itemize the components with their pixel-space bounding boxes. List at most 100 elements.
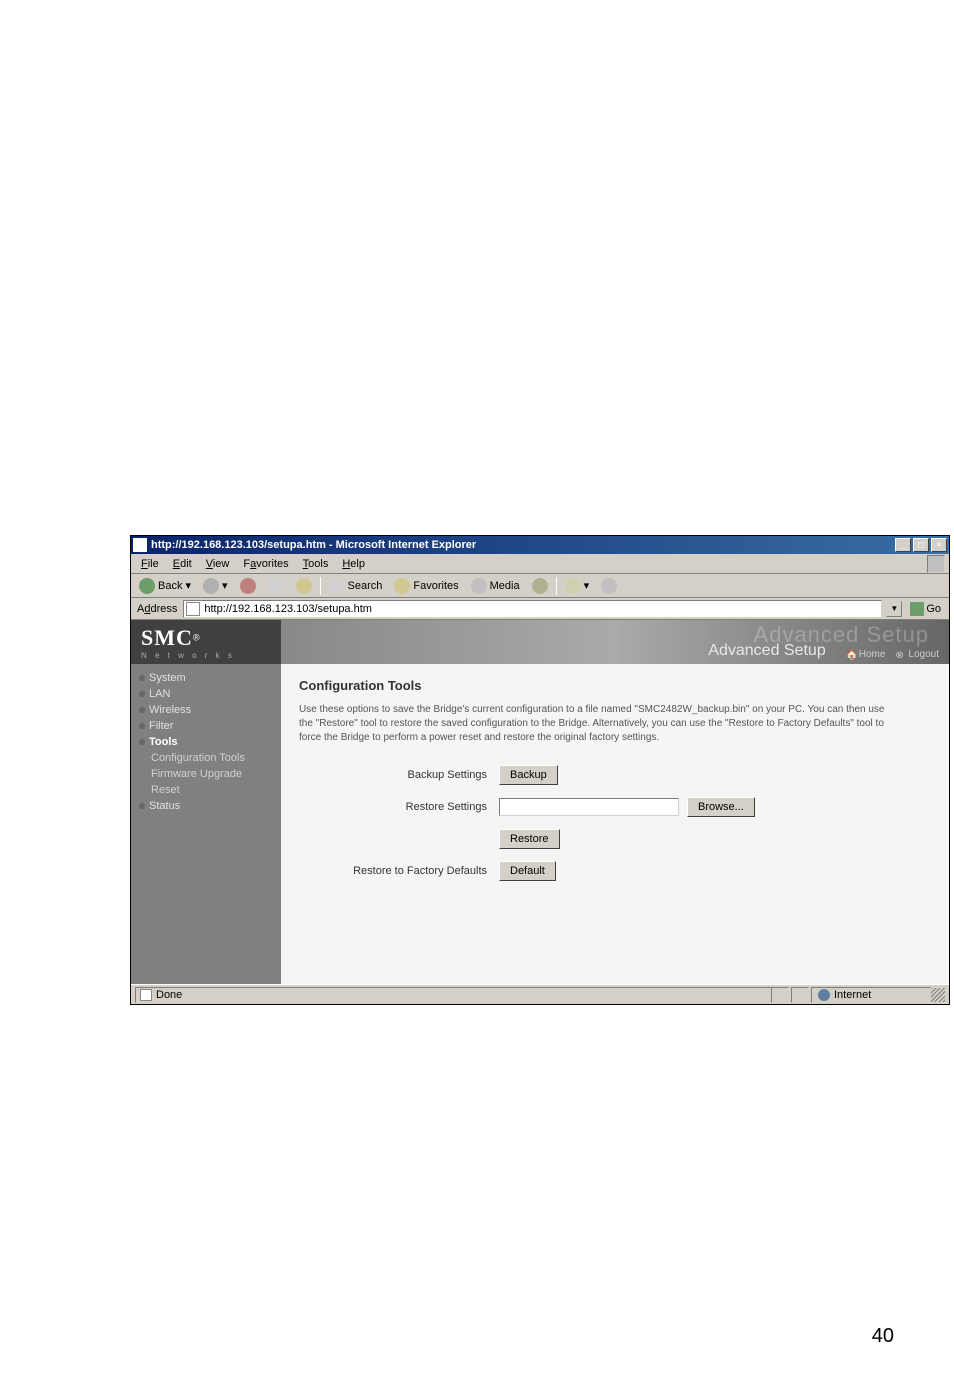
menu-edit[interactable]: Edit <box>167 556 198 572</box>
back-dropdown-icon[interactable]: ▾ <box>185 579 191 592</box>
content-heading: Configuration Tools <box>299 678 931 693</box>
sidebar-sub-config-tools[interactable]: Configuration Tools <box>131 750 281 766</box>
sidebar-item-lan[interactable]: LAN <box>131 686 281 702</box>
statusbar: Done Internet <box>131 984 949 1004</box>
toolbar-separator <box>320 577 321 595</box>
maximize-button[interactable]: □ <box>913 538 929 552</box>
status-text: Done <box>156 989 182 1001</box>
main-content: Configuration Tools Use these options to… <box>281 664 949 984</box>
browse-button[interactable]: Browse... <box>687 797 755 817</box>
logout-icon: ⊗ <box>895 650 905 660</box>
refresh-icon <box>268 578 284 594</box>
go-label: Go <box>926 603 941 615</box>
ie-app-icon <box>133 538 147 552</box>
toolbar: Back ▾ ▾ Search Favorites Media ▾ <box>131 574 949 598</box>
bullet-icon <box>139 675 145 681</box>
logout-link-label: Logout <box>908 649 939 660</box>
logout-link[interactable]: ⊗ Logout <box>895 649 939 660</box>
menu-tools[interactable]: Tools <box>297 556 335 572</box>
sidebar-sub-reset[interactable]: Reset <box>131 782 281 798</box>
sidebar-item-system[interactable]: System <box>131 670 281 686</box>
sidebar-item-tools[interactable]: Tools <box>131 734 281 750</box>
back-label: Back <box>158 580 182 592</box>
internet-zone-icon <box>818 989 830 1001</box>
search-icon <box>329 578 345 594</box>
media-button[interactable]: Media <box>467 578 524 594</box>
status-message-pane: Done <box>135 987 771 1003</box>
home-button[interactable] <box>292 578 316 594</box>
stop-icon <box>240 578 256 594</box>
favorites-icon <box>394 578 410 594</box>
bullet-icon <box>139 691 145 697</box>
backup-button[interactable]: Backup <box>499 765 558 785</box>
favorites-label: Favorites <box>413 580 458 592</box>
toolbar-separator <box>556 577 557 595</box>
home-icon <box>296 578 312 594</box>
history-button[interactable] <box>528 578 552 594</box>
address-label: Address <box>135 603 179 615</box>
history-icon <box>532 578 548 594</box>
logo-reg: ® <box>193 632 200 642</box>
back-arrow-icon <box>139 578 155 594</box>
page-number: 40 <box>872 1325 894 1348</box>
mail-button[interactable]: ▾ <box>561 578 594 594</box>
default-button[interactable]: Default <box>499 861 556 881</box>
back-button[interactable]: Back ▾ <box>135 578 195 594</box>
addressbar: Address http://192.168.123.103/setupa.ht… <box>131 598 949 620</box>
print-button[interactable] <box>597 578 621 594</box>
zone-text: Internet <box>834 989 871 1001</box>
resize-grip[interactable] <box>931 988 945 1002</box>
browser-window: http://192.168.123.103/setupa.htm - Micr… <box>130 535 950 1005</box>
restore-label: Restore Settings <box>299 801 499 813</box>
bullet-icon <box>139 803 145 809</box>
logo-text: SMC <box>141 625 193 650</box>
media-icon <box>471 578 487 594</box>
stop-button[interactable] <box>236 578 260 594</box>
banner-right: Advanced Setup Advanced Setup 🏠 Home ⊗ L… <box>281 620 949 664</box>
forward-dropdown-icon[interactable]: ▾ <box>222 579 228 592</box>
bullet-icon <box>139 707 145 713</box>
print-icon <box>601 578 617 594</box>
home-link[interactable]: 🏠 Home <box>846 649 886 660</box>
sidebar-item-filter[interactable]: Filter <box>131 718 281 734</box>
window-title: http://192.168.123.103/setupa.htm - Micr… <box>151 539 476 551</box>
go-button[interactable]: Go <box>906 602 945 616</box>
address-input[interactable]: http://192.168.123.103/setupa.htm <box>183 600 882 618</box>
home-link-label: Home <box>859 649 886 660</box>
done-icon <box>140 989 152 1001</box>
banner-ghost-text: Advanced Setup <box>754 622 929 648</box>
go-icon <box>910 602 924 616</box>
banner: SMC® N e t w o r k s Advanced Setup Adva… <box>131 620 949 664</box>
mail-dropdown-icon[interactable]: ▾ <box>584 579 590 592</box>
menubar: File Edit View Favorites Tools Help <box>131 554 949 574</box>
forward-button[interactable]: ▾ <box>199 578 232 594</box>
logo-subtext: N e t w o r k s <box>141 651 281 660</box>
bullet-icon <box>139 723 145 729</box>
address-url: http://192.168.123.103/setupa.htm <box>204 603 372 615</box>
menu-view[interactable]: View <box>200 556 236 572</box>
restore-file-input[interactable] <box>499 798 679 816</box>
sidebar-item-wireless[interactable]: Wireless <box>131 702 281 718</box>
minimize-button[interactable]: _ <box>895 538 911 552</box>
menu-favorites[interactable]: Favorites <box>237 556 294 572</box>
sidebar-sub-firmware[interactable]: Firmware Upgrade <box>131 766 281 782</box>
forward-arrow-icon <box>203 578 219 594</box>
page-content: SMC® N e t w o r k s Advanced Setup Adva… <box>131 620 949 984</box>
mail-icon <box>565 578 581 594</box>
status-pane <box>791 987 809 1003</box>
brand-logo: SMC® N e t w o r k s <box>131 620 281 664</box>
refresh-button[interactable] <box>264 578 288 594</box>
close-button[interactable]: × <box>931 538 947 552</box>
menu-file[interactable]: File <box>135 556 165 572</box>
search-label: Search <box>348 580 383 592</box>
media-label: Media <box>490 580 520 592</box>
menu-help[interactable]: Help <box>336 556 371 572</box>
restore-button[interactable]: Restore <box>499 829 560 849</box>
security-zone-pane: Internet <box>811 987 931 1003</box>
titlebar: http://192.168.123.103/setupa.htm - Micr… <box>131 536 949 554</box>
sidebar-item-status[interactable]: Status <box>131 798 281 814</box>
address-dropdown-icon[interactable]: ▼ <box>886 601 902 617</box>
page-icon <box>186 602 200 616</box>
search-button[interactable]: Search <box>325 578 387 594</box>
favorites-button[interactable]: Favorites <box>390 578 462 594</box>
